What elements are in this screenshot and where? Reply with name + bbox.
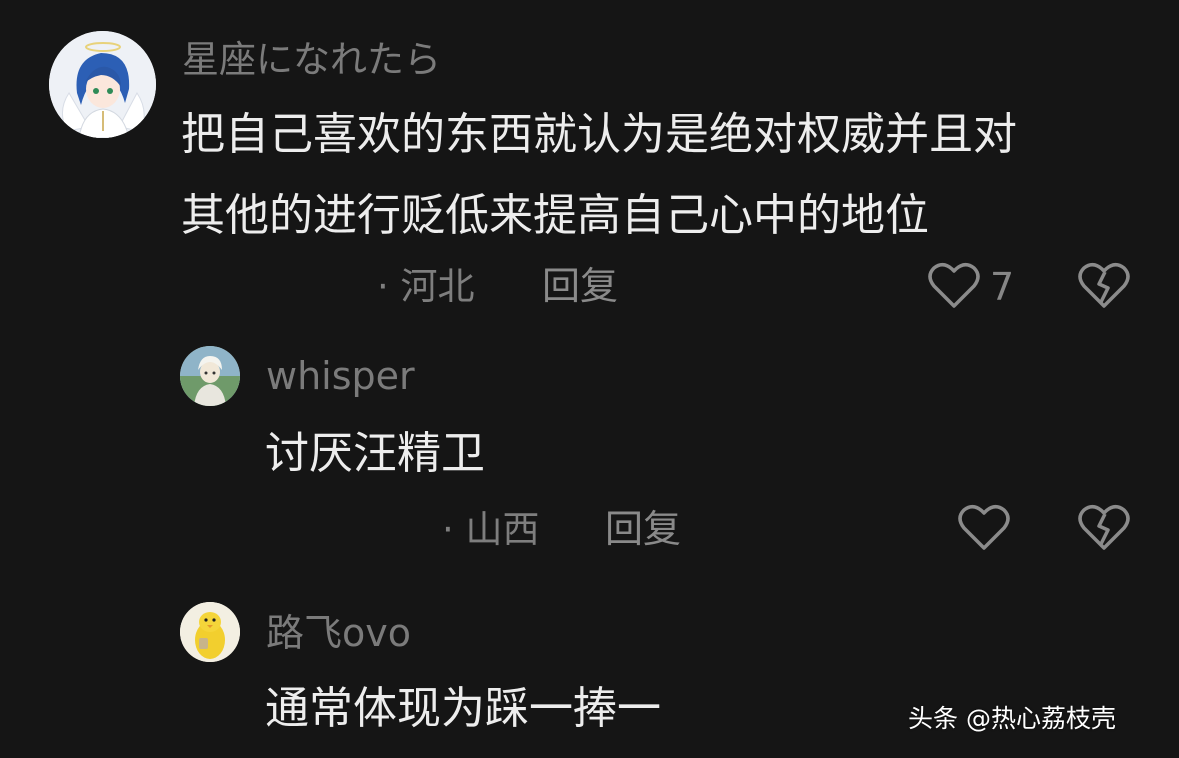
angel-girl-avatar-icon <box>49 31 156 138</box>
anime-character-avatar-icon <box>180 346 240 406</box>
user-avatar[interactable] <box>180 602 240 662</box>
comment-username[interactable]: 星座になれたら <box>182 41 441 78</box>
user-avatar[interactable] <box>180 346 240 406</box>
comment-location: · 河北 <box>377 265 475 308</box>
comment-username[interactable]: whisper <box>266 357 415 395</box>
heart-icon[interactable] <box>958 504 1010 552</box>
watermark: 头条 @热心荔枝壳 <box>908 704 1116 733</box>
heart-icon[interactable] <box>928 262 980 310</box>
comment-text-line-2: 其他的进行贬低来提高自己心中的地位 <box>181 190 929 241</box>
reply-button[interactable]: 回复 <box>542 267 618 305</box>
reply-button[interactable]: 回复 <box>605 510 681 548</box>
comment-location: · 山西 <box>442 508 540 551</box>
yellow-chick-avatar-icon <box>180 602 240 662</box>
comment-text-line-1: 把自己喜欢的东西就认为是绝对权威并且对 <box>181 109 1017 160</box>
comment-username[interactable]: 路飞ovo <box>266 614 411 652</box>
broken-heart-icon[interactable] <box>1078 504 1130 552</box>
like-count: 7 <box>990 265 1015 309</box>
user-avatar[interactable] <box>49 31 156 138</box>
broken-heart-icon[interactable] <box>1078 262 1130 310</box>
comment-text-line-1: 通常体现为踩一捧一 <box>265 683 661 734</box>
comment-text-line-1: 讨厌汪精卫 <box>265 428 485 479</box>
